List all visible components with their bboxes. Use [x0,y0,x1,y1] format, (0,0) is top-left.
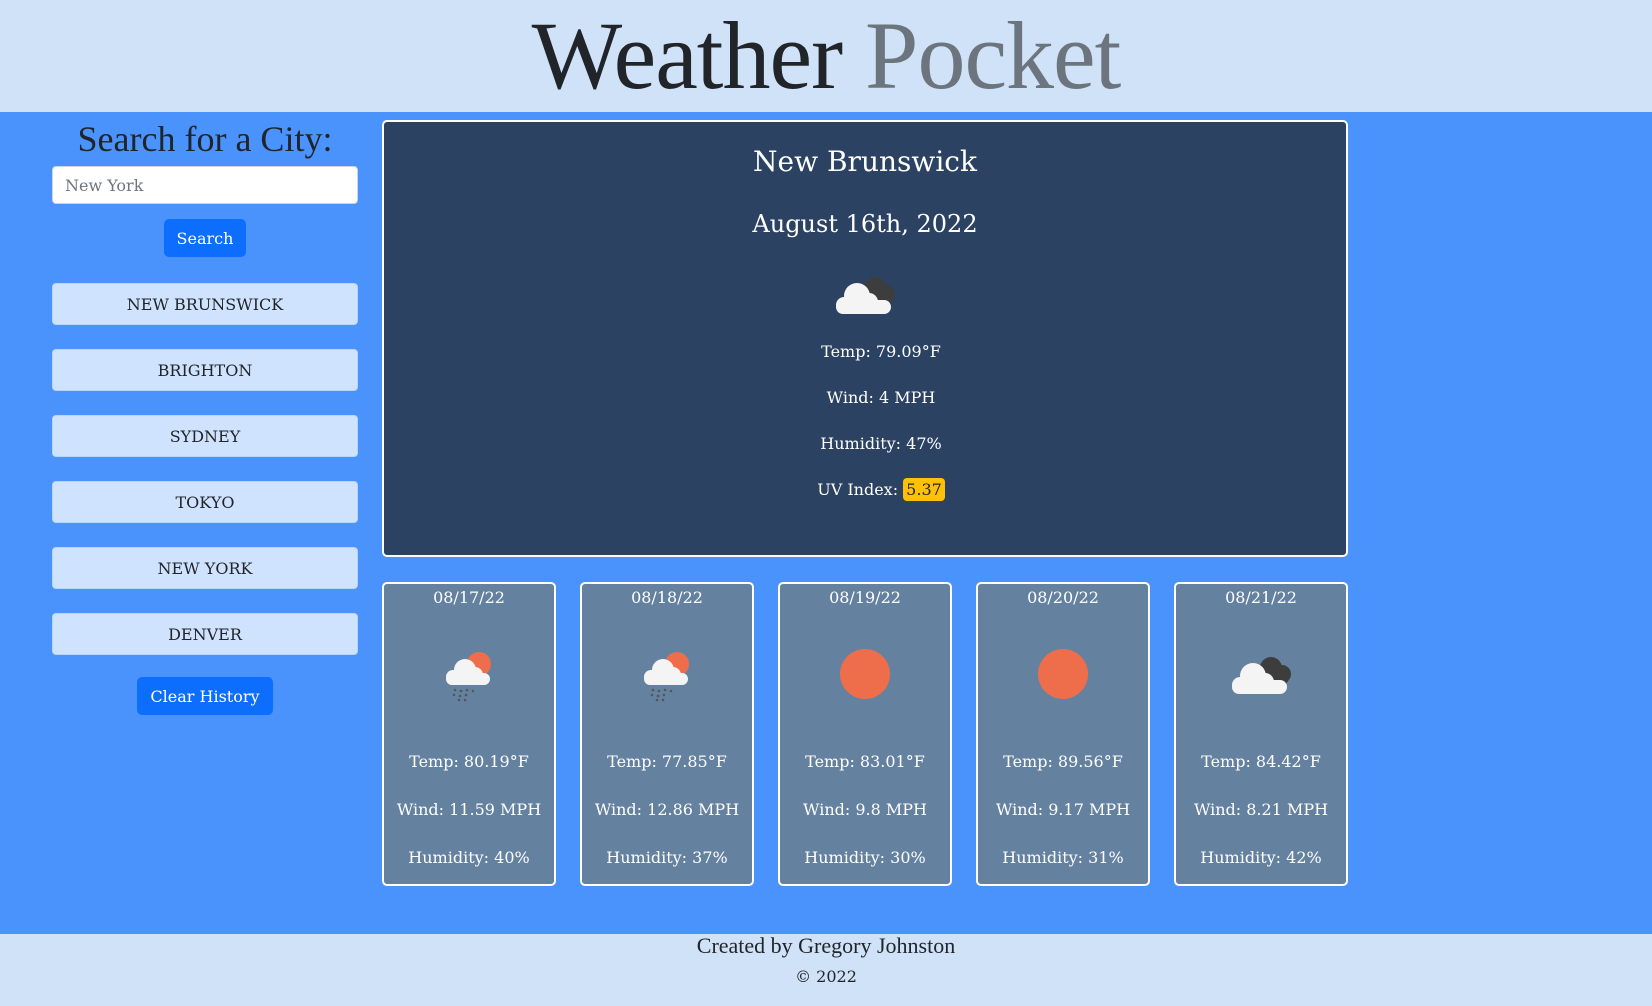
cloudy-icon [836,277,895,314]
site-footer: Created by Gregory Johnston © 2022 [0,934,1652,1006]
history-item-brighton[interactable]: BRIGHTON [52,349,358,391]
current-humidity: Humidity: 47% [820,434,942,453]
forecast-humidity: Humidity: 37% [606,848,728,867]
cloudy-icon [1232,657,1291,694]
forecast-temp: Temp: 83.01°F [805,752,925,771]
history-item-tokyo[interactable]: TOKYO [52,481,358,523]
forecast-card: 08/21/22 Temp: 84.42°F Wind: 8.21 MPH Hu… [1174,582,1348,886]
history-item-denver[interactable]: DENVER [52,613,358,655]
history-item-new-brunswick[interactable]: NEW BRUNSWICK [52,283,358,325]
forecast-humidity: Humidity: 40% [408,848,530,867]
rain-sun-icon [644,652,689,702]
main-content: Search for a City: Search NEW BRUNSWICK … [0,112,1652,934]
forecast-temp: Temp: 89.56°F [1003,752,1123,771]
current-date: August 16th, 2022 [752,210,978,238]
forecast-humidity: Humidity: 31% [1002,848,1124,867]
sun-icon [1038,649,1088,699]
forecast-card: 08/19/22 Temp: 83.01°F Wind: 9.8 MPH Hum… [778,582,952,886]
forecast-humidity: Humidity: 30% [804,848,926,867]
search-button[interactable]: Search [163,219,247,257]
history-item-new-york[interactable]: NEW YORK [52,547,358,589]
forecast-temp: Temp: 80.19°F [409,752,529,771]
history-item-sydney[interactable]: SYDNEY [52,415,358,457]
site-title-pocket: Pocket [865,2,1121,109]
forecast-date: 08/21/22 [1225,588,1297,607]
forecast-temp: Temp: 84.42°F [1201,752,1321,771]
search-heading: Search for a City: [77,119,333,159]
uv-badge: 5.37 [903,478,945,501]
forecast-card: 08/17/22 Temp: 80.19°F Wind: 11.59 MPH H… [382,582,556,886]
current-temp: Temp: 79.09°F [821,342,941,361]
footer-copyright: © 2022 [795,967,857,986]
current-uv: UV Index: 5.37 [384,478,1346,501]
forecast-card: 08/20/22 Temp: 89.56°F Wind: 9.17 MPH Hu… [976,582,1150,886]
forecast-wind: Wind: 11.59 MPH [396,800,542,819]
forecast-date: 08/19/22 [829,588,901,607]
forecast-wind: Wind: 9.8 MPH [803,800,927,819]
forecast-wind: Wind: 9.17 MPH [995,800,1131,819]
forecast-wind: Wind: 12.86 MPH [594,800,740,819]
forecast-date: 08/20/22 [1027,588,1099,607]
footer-credit: Created by Gregory Johnston [696,933,956,958]
forecast-wind: Wind: 8.21 MPH [1193,800,1329,819]
rain-sun-icon [446,652,491,702]
sun-icon [840,649,890,699]
site-header: Weather Pocket [0,0,1652,112]
city-search-input[interactable] [52,166,358,204]
forecast-humidity: Humidity: 42% [1200,848,1322,867]
current-city: New Brunswick [753,145,977,178]
forecast-card: 08/18/22 Temp: 77.85°F Wind: 12.86 MPH H… [580,582,754,886]
uv-label: UV Index: [817,480,899,499]
current-wind: Wind: 4 MPH [826,388,936,407]
search-sidebar: Search for a City: Search NEW BRUNSWICK … [52,112,358,715]
site-title-weather: Weather [531,2,843,109]
current-weather-panel: New Brunswick August 16th, 2022 Temp: 79… [382,120,1348,557]
site-title: Weather Pocket [0,0,1652,112]
forecast-date: 08/18/22 [631,588,703,607]
search-history-list: NEW BRUNSWICK BRIGHTON SYDNEY TOKYO NEW … [52,283,358,655]
clear-history-button[interactable]: Clear History [137,677,273,715]
five-day-forecast: 08/17/22 Temp: 80.19°F Wind: 11.59 MPH H… [382,582,1348,886]
forecast-temp: Temp: 77.85°F [607,752,727,771]
forecast-date: 08/17/22 [433,588,505,607]
